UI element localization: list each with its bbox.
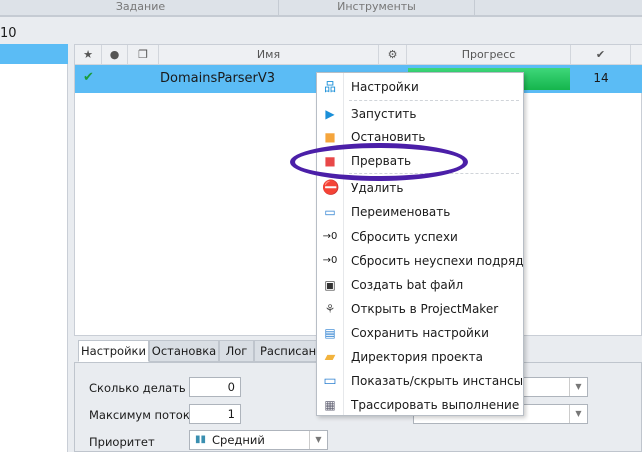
threads-label: Максимум потоков xyxy=(89,408,204,422)
menu-item-project-dir[interactable]: ▰ Директория проекта xyxy=(317,346,523,368)
tab-settings[interactable]: Настройки xyxy=(78,340,149,362)
console-icon: ▣ xyxy=(324,278,336,292)
context-menu: 品 Настройки ▶ Запустить ■ Остановить ■ Прерв… xyxy=(316,72,524,416)
window-icon: ▭ xyxy=(323,373,337,389)
annotation-ellipse xyxy=(290,143,468,181)
menu-item-reset-success[interactable]: →0 Сбросить успехи xyxy=(317,226,523,248)
left-panel xyxy=(0,44,68,452)
ribbon-section-task: Задание xyxy=(3,0,279,15)
menu-item-projectmaker[interactable]: ⚘ Открыть в ProjectMaker xyxy=(317,298,523,320)
folder-icon: ▰ xyxy=(324,349,336,365)
menu-label: Показать/скрыть инстансы xyxy=(351,374,524,388)
play-icon: ▶ xyxy=(325,107,335,121)
check-icon: ✔ xyxy=(83,70,94,85)
chevron-down-icon[interactable]: ▼ xyxy=(309,431,327,449)
rename-icon: ▭ xyxy=(324,205,336,219)
menu-item-toggle-instances[interactable]: ▭ Показать/скрыть инстансы xyxy=(317,370,523,392)
left-selected-item[interactable] xyxy=(0,44,68,64)
column-extra[interactable] xyxy=(631,45,642,65)
stop-orange-icon: ■ xyxy=(324,130,336,144)
menu-item-save-settings[interactable]: ▤ Сохранить настройки xyxy=(317,322,523,344)
trace-icon: ▦ xyxy=(324,398,336,412)
counter: 10 xyxy=(0,26,17,41)
threads-input[interactable]: 1 xyxy=(189,404,241,424)
menu-label: Создать bat файл xyxy=(351,278,464,292)
column-name[interactable]: Имя xyxy=(159,45,379,65)
ribbon-section-tools: Инструменты xyxy=(279,0,475,15)
count-label: Сколько делать xyxy=(89,381,186,395)
menu-label: Открыть в ProjectMaker xyxy=(351,302,499,316)
tab-stop[interactable]: Остановка xyxy=(149,340,219,362)
menu-separator xyxy=(349,100,519,101)
menu-label: Трассировать выполнение xyxy=(351,398,520,412)
check-icon[interactable]: ✔ xyxy=(571,45,631,65)
menu-item-delete[interactable]: ⛔ Удалить xyxy=(317,177,523,199)
projectmaker-icon: ⚘ xyxy=(324,302,336,316)
menu-label: Сохранить настройки xyxy=(351,326,489,340)
menu-label: Настройки xyxy=(351,80,419,94)
star-icon[interactable]: ★ xyxy=(75,45,102,65)
menu-item-start[interactable]: ▶ Запустить xyxy=(317,103,523,125)
save-icon: ▤ xyxy=(324,326,336,340)
tab-log[interactable]: Лог xyxy=(219,340,254,362)
gear-icon[interactable]: ⚙ xyxy=(379,45,407,65)
priority-value: Средний xyxy=(212,433,265,447)
column-progress[interactable]: Прогресс xyxy=(407,45,571,65)
globe-icon[interactable]: ● xyxy=(102,45,128,65)
reset-zero-icon: →0 xyxy=(322,231,338,242)
ribbon-section-bar: Задание Инструменты xyxy=(0,0,642,17)
hierarchy-icon: 品 xyxy=(323,80,336,94)
menu-item-rename[interactable]: ▭ Переименовать xyxy=(317,201,523,223)
menu-label: Директория проекта xyxy=(351,350,483,364)
priority-dropdown[interactable]: ▮▮ Средний ▼ xyxy=(189,430,328,450)
menu-label: Запустить xyxy=(351,107,417,121)
count-input[interactable]: 0 xyxy=(189,377,241,397)
menu-item-trace[interactable]: ▦ Трассировать выполнение xyxy=(317,394,523,416)
menu-label: Сбросить неуспехи подряд xyxy=(351,254,524,268)
delete-icon: ⛔ xyxy=(322,180,340,196)
priority-icon: ▮▮ xyxy=(195,434,207,445)
menu-label: Сбросить успехи xyxy=(351,230,458,244)
menu-item-settings[interactable]: 品 Настройки xyxy=(317,76,523,98)
menu-item-bat[interactable]: ▣ Создать bat файл xyxy=(317,274,523,296)
menu-label: Переименовать xyxy=(351,205,451,219)
reset-zero-icon: →0 xyxy=(322,255,338,266)
menu-item-reset-fails[interactable]: →0 Сбросить неуспехи подряд xyxy=(317,250,524,272)
chevron-down-icon[interactable]: ▼ xyxy=(569,378,587,396)
window-icon[interactable]: ❐ xyxy=(128,45,159,65)
task-name: DomainsParserV3 xyxy=(160,71,276,86)
success-count: 14 xyxy=(593,71,609,85)
chevron-down-icon[interactable]: ▼ xyxy=(569,405,587,423)
priority-label: Приоритет xyxy=(89,435,155,449)
